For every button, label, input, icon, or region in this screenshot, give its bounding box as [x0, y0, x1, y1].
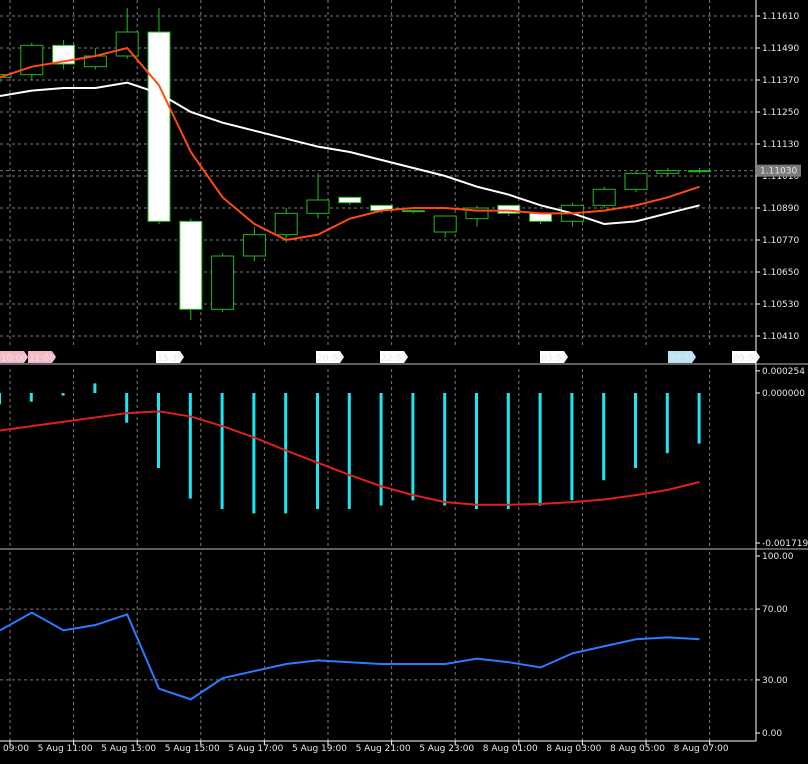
rsi-tick-label: 0.00: [762, 729, 782, 739]
macd-histogram-bar: [570, 393, 574, 501]
macd-histogram-bar: [61, 393, 65, 396]
candle-body: [529, 212, 553, 222]
time-tick-label: 5 Aug 23:00: [419, 744, 474, 754]
candle-body: [211, 255, 235, 310]
price-tick-label: 1.11490: [762, 44, 799, 54]
macd-histogram-bar: [29, 393, 33, 402]
macd-histogram-bar: [475, 393, 478, 510]
macd-histogram-bar: [379, 393, 383, 506]
macd-tick-label: 0.000000: [762, 389, 805, 399]
macd-tick-label: 0.000254: [762, 367, 805, 377]
time-marker-label: 20:00: [317, 354, 343, 364]
macd-histogram-bar: [506, 393, 510, 510]
macd-histogram-bar: [634, 393, 637, 469]
price-tick-label: 1.11250: [762, 108, 799, 118]
time-tick-label: 8 Aug 07:00: [674, 744, 729, 754]
price-tick-label: 1.10770: [762, 236, 799, 246]
macd-histogram-bar: [220, 393, 224, 510]
macd-histogram-bar: [284, 393, 288, 514]
candle: [20, 42, 44, 80]
macd-histogram-bar: [316, 393, 319, 510]
macd-histogram-bar: [411, 393, 415, 501]
price-tick-label: 1.10650: [762, 268, 799, 278]
time-tick-label: 5 Aug 11:00: [38, 744, 93, 754]
rsi-tick-label: 70.00: [762, 605, 788, 615]
macd-histogram-bar: [188, 393, 192, 499]
macd-histogram-bar: [125, 393, 129, 423]
time-marker-label: 11:00: [29, 354, 55, 364]
candle-body: [624, 172, 648, 190]
time-marker-label: 03:00: [541, 354, 567, 364]
candle-body: [115, 31, 139, 57]
macd-histogram-bar: [665, 393, 669, 454]
time-tick-label: 5 Aug 17:00: [228, 744, 283, 754]
candle-body: [338, 196, 362, 204]
chart-background: [0, 0, 808, 764]
candle-body: [433, 215, 457, 233]
time-marker-label: 10:00: [1, 354, 27, 364]
price-tick-label: 1.11130: [762, 140, 799, 150]
time-marker-label: 22:00: [381, 354, 407, 364]
macd-tick-label: -0.001719: [762, 539, 808, 549]
macd-histogram-bar: [697, 393, 701, 444]
candle-body: [688, 170, 712, 173]
candle-body: [179, 220, 203, 310]
candle: [592, 186, 616, 208]
time-marker: 20:00: [316, 351, 344, 364]
time-marker: 07:30: [668, 351, 696, 364]
macd-histogram-bar: [443, 393, 447, 506]
price-tick-label: 1.10530: [762, 300, 799, 310]
price-tick-label: 1.11610: [762, 12, 799, 22]
candle-body: [147, 31, 171, 222]
time-marker: 10:00: [0, 351, 28, 364]
candle-body: [401, 210, 425, 213]
price-tick-label: 1.10890: [762, 204, 799, 214]
macd-histogram-bar: [93, 383, 97, 393]
macd-histogram-bar: [157, 393, 160, 469]
time-tick-label: 5 Aug 13:00: [101, 744, 156, 754]
time-marker: 09:00: [732, 351, 760, 364]
time-tick-label: 5 Aug 09:00: [0, 744, 29, 754]
time-marker-label: 07:30: [669, 354, 695, 364]
candle: [147, 8, 171, 224]
time-marker-label: 15:30: [157, 354, 183, 364]
trading-chart[interactable]: 1.11610 1.11490 1.11370 1.11250 1.11130 1.110…: [0, 0, 808, 764]
macd-histogram-bar: [602, 393, 606, 481]
time-marker: 03:00: [540, 351, 568, 364]
time-tick-label: 5 Aug 15:00: [165, 744, 220, 754]
time-tick-label: 5 Aug 19:00: [292, 744, 347, 754]
candle: [179, 218, 203, 320]
candle-body: [592, 188, 616, 206]
price-tick-label: 1.11370: [762, 76, 799, 86]
time-marker: 11:00: [28, 351, 56, 364]
rsi-tick-label: 30.00: [762, 676, 788, 686]
price-tick-label: 1.10410: [762, 332, 799, 342]
candle: [211, 253, 235, 312]
candle-body: [656, 170, 680, 174]
macd-histogram-bar: [252, 393, 256, 514]
macd-histogram-bar: [538, 393, 542, 506]
candle: [624, 170, 648, 192]
rsi-tick-label: 100.00: [762, 552, 794, 562]
time-marker: 15:30: [156, 351, 184, 364]
time-tick-label: 8 Aug 05:00: [610, 744, 665, 754]
candle-body: [306, 199, 330, 214]
candle-body: [242, 234, 266, 257]
time-tick-label: 5 Aug 21:00: [356, 744, 411, 754]
current-price-label: 1.11030: [760, 167, 797, 177]
macd-histogram-bar: [347, 393, 351, 510]
macd-histogram-bar: [0, 393, 1, 405]
time-tick-label: 8 Aug 03:00: [546, 744, 601, 754]
time-marker-label: 09:00: [733, 354, 759, 364]
time-marker: 22:00: [380, 351, 408, 364]
candle-body: [274, 212, 298, 236]
time-tick-label: 8 Aug 01:00: [483, 744, 538, 754]
